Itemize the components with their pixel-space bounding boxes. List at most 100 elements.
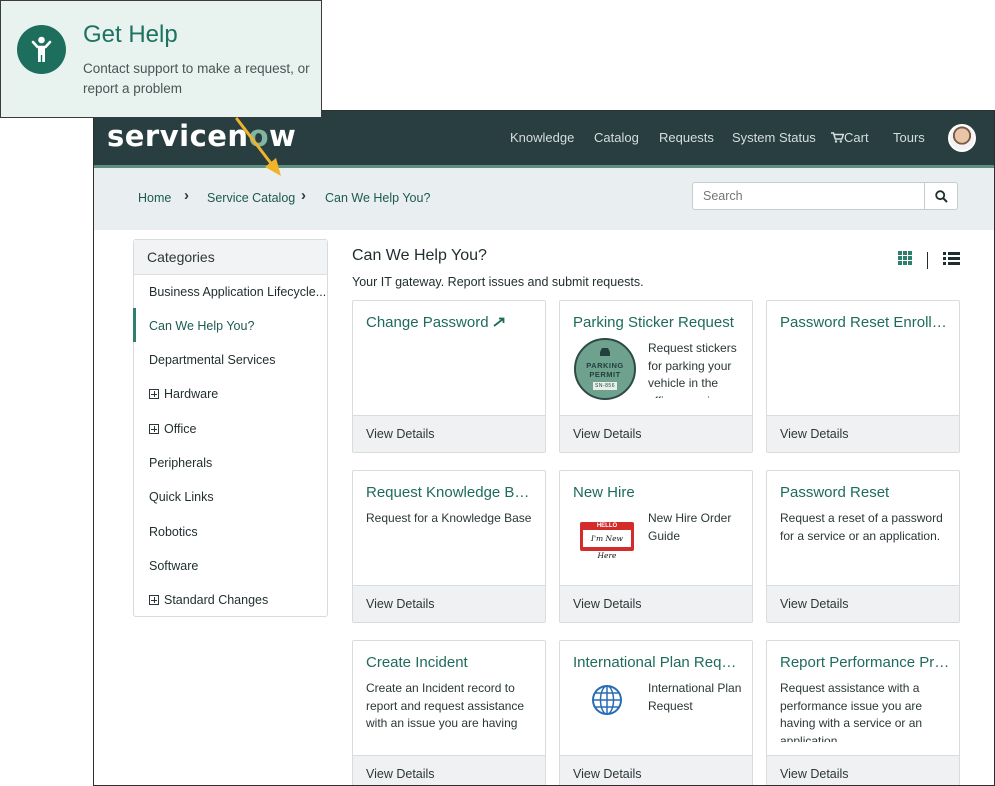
page-title: Can We Help You? [352, 247, 487, 265]
servicenow-portal-window: servicenow Knowledge Catalog Requests Sy… [93, 110, 995, 786]
view-details-button[interactable]: View Details [353, 585, 545, 622]
card-description: Create an Incident record to report and … [366, 680, 534, 733]
nav-cart-label: Cart [844, 130, 869, 145]
view-details-label: View Details [780, 767, 849, 781]
catalog-card-create-incident[interactable]: Create Incident Create an Incident recor… [352, 640, 546, 786]
callout-title: Get Help [83, 21, 178, 49]
top-navigation-bar: servicenow Knowledge Catalog Requests Sy… [94, 111, 995, 168]
catalog-card-password-reset-enrollment[interactable]: Password Reset Enroll… View Details [766, 300, 960, 453]
servicenow-logo[interactable]: servicenow [107, 119, 296, 153]
category-peripherals[interactable]: Peripherals [149, 456, 212, 470]
cart-icon [831, 132, 844, 143]
catalog-card-request-knowledge-base[interactable]: Request Knowledge B… Request for a Knowl… [352, 470, 546, 623]
plate-label: SN-856 [593, 382, 617, 390]
grid-view-icon[interactable] [898, 251, 913, 266]
categories-panel: Categories Business Application Lifecycl… [133, 239, 328, 617]
view-details-button[interactable]: View Details [353, 415, 545, 452]
permit-label: PERMIT [576, 370, 634, 379]
category-hardware[interactable]: Hardware [149, 387, 218, 401]
search-button[interactable] [924, 182, 958, 210]
card-title[interactable]: Request Knowledge B… [366, 484, 536, 501]
category-label: Office [164, 422, 196, 436]
card-description: International Plan Request [648, 680, 744, 715]
catalog-card-parking-sticker[interactable]: Parking Sticker Request PARKING PERMIT S… [559, 300, 753, 453]
get-help-callout: Get Help Contact support to make a reque… [0, 0, 322, 118]
category-departmental-services[interactable]: Departmental Services [149, 353, 275, 367]
view-details-button[interactable]: View Details [353, 755, 545, 786]
catalog-card-new-hire[interactable]: New Hire HELLO I'm New Here New Hire Ord… [559, 470, 753, 623]
card-description: Request stickers for parking your vehicl… [648, 340, 744, 398]
breadcrumb-service-catalog[interactable]: Service Catalog [207, 191, 295, 205]
globe-icon [591, 684, 623, 716]
nametag-hello: HELLO [580, 523, 634, 529]
category-can-we-help-you[interactable]: Can We Help You? [149, 319, 254, 333]
view-details-label: View Details [780, 597, 849, 611]
card-title[interactable]: Parking Sticker Request [573, 314, 743, 331]
category-software[interactable]: Software [149, 559, 198, 573]
category-quick-links[interactable]: Quick Links [149, 490, 214, 504]
expand-icon[interactable] [149, 595, 159, 605]
expand-icon[interactable] [149, 424, 159, 434]
view-details-button[interactable]: View Details [560, 755, 752, 786]
category-office[interactable]: Office [149, 422, 196, 436]
view-details-label: View Details [573, 427, 642, 441]
car-icon [598, 347, 612, 357]
catalog-card-international-plan[interactable]: International Plan Req… International Pl… [559, 640, 753, 786]
card-title[interactable]: Create Incident [366, 654, 536, 671]
card-title[interactable]: Report Performance Pr… [780, 654, 950, 671]
search-input[interactable] [692, 182, 925, 210]
category-standard-changes[interactable]: Standard Changes [149, 593, 268, 607]
list-view-icon[interactable] [943, 252, 960, 266]
card-title[interactable]: New Hire [573, 484, 743, 501]
active-category-indicator [133, 308, 136, 342]
view-details-label: View Details [573, 767, 642, 781]
hello-name-tag-image: HELLO I'm New Here [580, 522, 634, 551]
breadcrumb-bar: Home › Service Catalog › Can We Help You… [94, 168, 995, 230]
page-subtitle: Your IT gateway. Report issues and submi… [352, 275, 644, 289]
person-help-icon [17, 25, 66, 74]
card-title[interactable]: Password Reset Enroll… [780, 314, 950, 331]
view-details-button[interactable]: View Details [767, 585, 959, 622]
person-icon [17, 25, 66, 74]
nav-catalog[interactable]: Catalog [594, 111, 639, 165]
view-details-label: View Details [366, 767, 435, 781]
catalog-card-change-password[interactable]: Change Password View Details [352, 300, 546, 453]
card-description: New Hire Order Guide [648, 510, 744, 545]
card-title[interactable]: Password Reset [780, 484, 950, 501]
category-label: Hardware [164, 387, 218, 401]
chevron-right-icon: › [184, 187, 189, 204]
parking-label: PARKING [576, 361, 634, 370]
chevron-right-icon: › [301, 187, 306, 204]
view-details-label: View Details [780, 427, 849, 441]
nametag-name: I'm New Here [583, 530, 631, 547]
view-toggle-divider [927, 252, 928, 269]
card-title[interactable]: International Plan Req… [573, 654, 743, 671]
card-title[interactable]: Change Password [366, 314, 536, 331]
card-description: Request a reset of a password for a serv… [780, 510, 948, 545]
view-details-label: View Details [573, 597, 642, 611]
category-business-application[interactable]: Business Application Lifecycle... [149, 285, 326, 299]
card-description: Request for a Knowledge Base [366, 510, 534, 528]
nav-requests[interactable]: Requests [659, 111, 714, 165]
parking-permit-image: PARKING PERMIT SN-856 [574, 338, 636, 400]
card-description: Request assistance with a performance is… [780, 680, 948, 742]
view-details-button[interactable]: View Details [560, 585, 752, 622]
catalog-card-password-reset[interactable]: Password Reset Request a reset of a pass… [766, 470, 960, 623]
view-details-button[interactable]: View Details [560, 415, 752, 452]
nav-cart[interactable]: Cart [831, 111, 869, 165]
catalog-card-report-performance[interactable]: Report Performance Pr… Request assistanc… [766, 640, 960, 786]
nav-system-status[interactable]: System Status [732, 111, 816, 165]
breadcrumb-home[interactable]: Home [138, 191, 171, 205]
view-details-button[interactable]: View Details [767, 755, 959, 786]
expand-icon[interactable] [149, 389, 159, 399]
breadcrumb-current: Can We Help You? [325, 191, 430, 205]
search-icon [935, 190, 948, 203]
view-details-button[interactable]: View Details [767, 415, 959, 452]
category-label: Standard Changes [164, 593, 268, 607]
user-avatar[interactable] [948, 124, 976, 152]
nav-tours[interactable]: Tours [893, 111, 925, 165]
category-robotics[interactable]: Robotics [149, 525, 198, 539]
external-link-icon [493, 317, 505, 327]
nav-knowledge[interactable]: Knowledge [510, 111, 574, 165]
callout-description: Contact support to make a request, or re… [83, 59, 313, 99]
